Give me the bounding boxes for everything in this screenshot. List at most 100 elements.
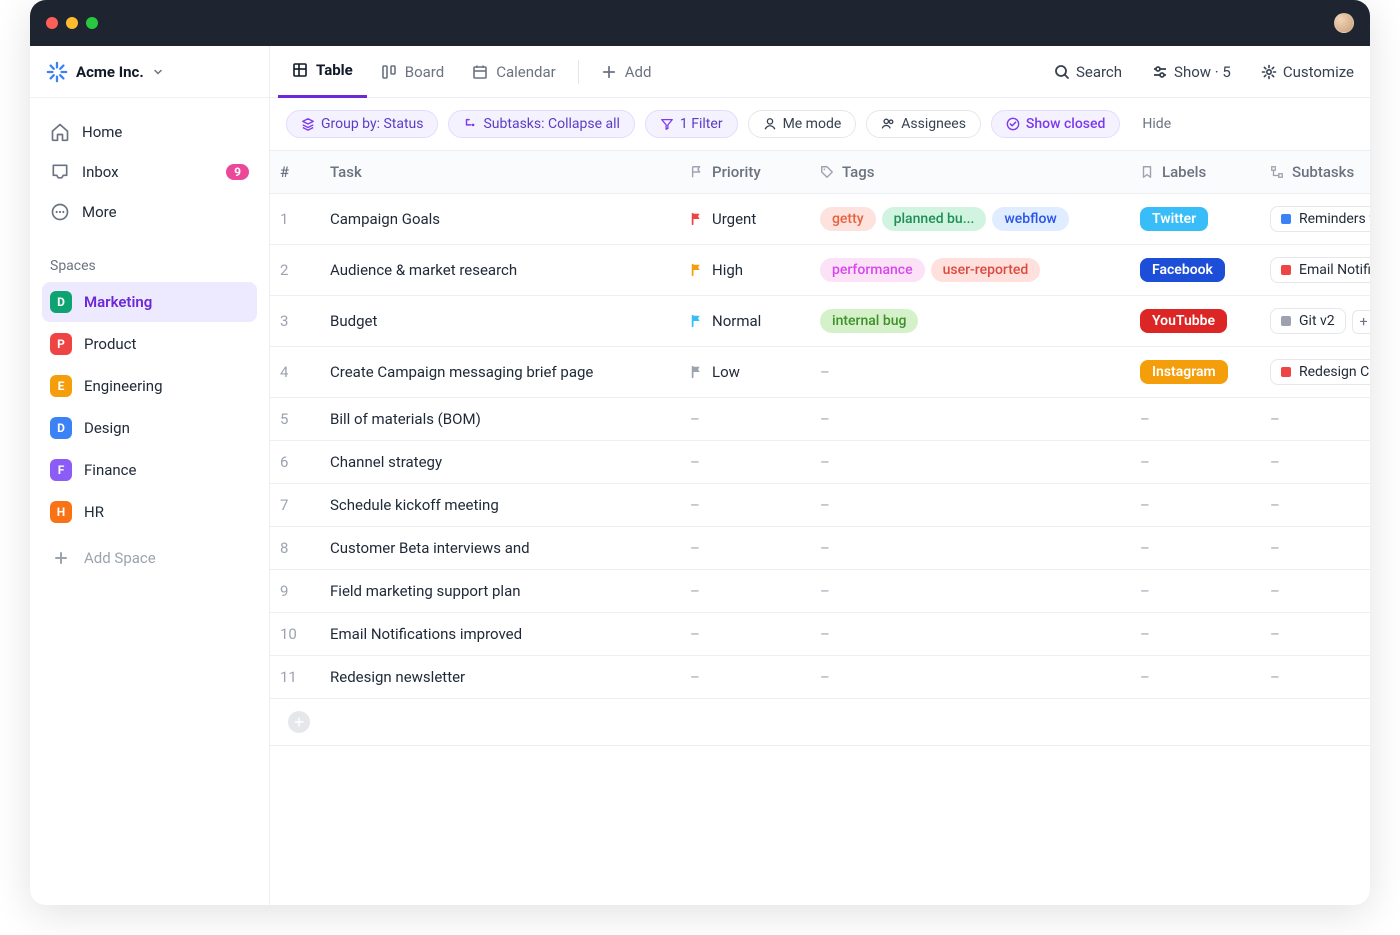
labels-cell[interactable]: – bbox=[1130, 398, 1260, 441]
close-window[interactable] bbox=[46, 17, 58, 29]
table-scroll[interactable]: # Task Priority Tags Labels Subtasks 1Ca… bbox=[270, 151, 1370, 905]
table-row[interactable]: 1Campaign GoalsUrgentgettyplanned bu...w… bbox=[270, 194, 1370, 245]
subtasks-cell[interactable]: – bbox=[1260, 613, 1370, 656]
table-row[interactable]: 4Create Campaign messaging brief pageLow… bbox=[270, 347, 1370, 398]
labels-cell[interactable]: – bbox=[1130, 484, 1260, 527]
labels-cell[interactable]: Facebook bbox=[1130, 245, 1260, 296]
labels-cell[interactable]: – bbox=[1130, 656, 1260, 699]
space-item[interactable]: HHR bbox=[42, 492, 257, 532]
show-button[interactable]: Show · 5 bbox=[1144, 57, 1239, 87]
current-user-avatar[interactable] bbox=[1334, 13, 1354, 33]
tag-chip[interactable]: webflow bbox=[992, 207, 1068, 231]
tags-cell[interactable]: – bbox=[810, 484, 1130, 527]
col-num-header[interactable]: # bbox=[270, 151, 320, 194]
task-name-cell[interactable]: Field marketing support plan bbox=[320, 570, 680, 613]
tags-cell[interactable]: – bbox=[810, 570, 1130, 613]
task-name-cell[interactable]: Schedule kickoff meeting bbox=[320, 484, 680, 527]
space-item[interactable]: FFinance bbox=[42, 450, 257, 490]
labels-cell[interactable]: Twitter bbox=[1130, 194, 1260, 245]
tab-calendar[interactable]: Calendar bbox=[458, 46, 570, 98]
subtask-chip[interactable]: Email Notificat bbox=[1270, 257, 1370, 283]
table-row[interactable]: 2Audience & market researchHighperforman… bbox=[270, 245, 1370, 296]
labels-cell[interactable]: YouTubbe bbox=[1130, 296, 1260, 347]
add-row[interactable] bbox=[270, 699, 1370, 746]
add-space-button[interactable]: Add Space bbox=[42, 538, 257, 578]
tab-table[interactable]: Table bbox=[278, 46, 367, 98]
col-task-header[interactable]: Task bbox=[320, 151, 680, 194]
tags-cell[interactable]: – bbox=[810, 441, 1130, 484]
customize-button[interactable]: Customize bbox=[1253, 57, 1362, 87]
labels-cell[interactable]: – bbox=[1130, 613, 1260, 656]
subtasks-cell[interactable]: – bbox=[1260, 398, 1370, 441]
priority-cell[interactable]: – bbox=[680, 613, 810, 656]
subtasks-cell[interactable]: Redesign Chro bbox=[1260, 347, 1370, 398]
tag-chip[interactable]: getty bbox=[820, 207, 876, 231]
priority-cell[interactable]: – bbox=[680, 570, 810, 613]
space-item[interactable]: EEngineering bbox=[42, 366, 257, 406]
priority-cell[interactable]: – bbox=[680, 441, 810, 484]
labels-cell[interactable]: Instagram bbox=[1130, 347, 1260, 398]
assignees-pill[interactable]: Assignees bbox=[866, 110, 981, 138]
subtasks-cell[interactable]: – bbox=[1260, 484, 1370, 527]
nav-more[interactable]: More bbox=[42, 192, 257, 232]
table-row[interactable]: 11Redesign newsletter–––– bbox=[270, 656, 1370, 699]
subtasks-cell[interactable]: – bbox=[1260, 527, 1370, 570]
label-chip[interactable]: Twitter bbox=[1140, 207, 1208, 231]
task-name-cell[interactable]: Budget bbox=[320, 296, 680, 347]
table-row[interactable]: 7Schedule kickoff meeting–––– bbox=[270, 484, 1370, 527]
priority-cell[interactable]: Normal bbox=[680, 296, 810, 347]
tags-cell[interactable]: – bbox=[810, 347, 1130, 398]
label-chip[interactable]: YouTubbe bbox=[1140, 309, 1227, 333]
tags-cell[interactable]: – bbox=[810, 613, 1130, 656]
labels-cell[interactable]: – bbox=[1130, 441, 1260, 484]
fullscreen-window[interactable] bbox=[86, 17, 98, 29]
priority-cell[interactable]: Low bbox=[680, 347, 810, 398]
space-item[interactable]: PProduct bbox=[42, 324, 257, 364]
task-name-cell[interactable]: Create Campaign messaging brief page bbox=[320, 347, 680, 398]
subtask-chip[interactable]: Reminders for bbox=[1270, 206, 1370, 232]
table-row[interactable]: 9Field marketing support plan–––– bbox=[270, 570, 1370, 613]
task-name-cell[interactable]: Channel strategy bbox=[320, 441, 680, 484]
task-name-cell[interactable]: Bill of materials (BOM) bbox=[320, 398, 680, 441]
nav-inbox[interactable]: Inbox 9 bbox=[42, 152, 257, 192]
priority-cell[interactable]: – bbox=[680, 484, 810, 527]
tags-cell[interactable]: – bbox=[810, 527, 1130, 570]
tags-cell[interactable]: internal bug bbox=[810, 296, 1130, 347]
priority-cell[interactable]: – bbox=[680, 398, 810, 441]
subtasks-cell[interactable]: Git v2+ bbox=[1260, 296, 1370, 347]
label-chip[interactable]: Instagram bbox=[1140, 360, 1228, 384]
tags-cell[interactable]: performanceuser-reported bbox=[810, 245, 1130, 296]
search-button[interactable]: Search bbox=[1046, 57, 1130, 87]
group-by-pill[interactable]: Group by: Status bbox=[286, 110, 438, 138]
tags-cell[interactable]: – bbox=[810, 398, 1130, 441]
add-subtask-button[interactable]: + bbox=[1352, 310, 1370, 334]
task-name-cell[interactable]: Email Notifications improved bbox=[320, 613, 680, 656]
table-row[interactable]: 5Bill of materials (BOM)–––– bbox=[270, 398, 1370, 441]
subtasks-cell[interactable]: Reminders for bbox=[1260, 194, 1370, 245]
workspace-switcher[interactable]: Acme Inc. bbox=[30, 46, 269, 98]
label-chip[interactable]: Facebook bbox=[1140, 258, 1225, 282]
subtasks-cell[interactable]: – bbox=[1260, 441, 1370, 484]
col-tags-header[interactable]: Tags bbox=[810, 151, 1130, 194]
col-priority-header[interactable]: Priority bbox=[680, 151, 810, 194]
task-name-cell[interactable]: Campaign Goals bbox=[320, 194, 680, 245]
space-item[interactable]: DMarketing bbox=[42, 282, 257, 322]
nav-home[interactable]: Home bbox=[42, 112, 257, 152]
tags-cell[interactable]: – bbox=[810, 656, 1130, 699]
add-row-button[interactable] bbox=[288, 711, 310, 733]
space-item[interactable]: DDesign bbox=[42, 408, 257, 448]
subtasks-cell[interactable]: – bbox=[1260, 570, 1370, 613]
tab-add-view[interactable]: Add bbox=[587, 46, 666, 98]
subtasks-cell[interactable]: Email Notificat bbox=[1260, 245, 1370, 296]
table-row[interactable]: 10Email Notifications improved–––– bbox=[270, 613, 1370, 656]
tag-chip[interactable]: user-reported bbox=[931, 258, 1041, 282]
priority-cell[interactable]: – bbox=[680, 656, 810, 699]
table-row[interactable]: 6Channel strategy–––– bbox=[270, 441, 1370, 484]
tag-chip[interactable]: internal bug bbox=[820, 309, 918, 333]
labels-cell[interactable]: – bbox=[1130, 527, 1260, 570]
me-mode-pill[interactable]: Me mode bbox=[748, 110, 857, 138]
col-labels-header[interactable]: Labels bbox=[1130, 151, 1260, 194]
labels-cell[interactable]: – bbox=[1130, 570, 1260, 613]
tab-board[interactable]: Board bbox=[367, 46, 458, 98]
priority-cell[interactable]: High bbox=[680, 245, 810, 296]
